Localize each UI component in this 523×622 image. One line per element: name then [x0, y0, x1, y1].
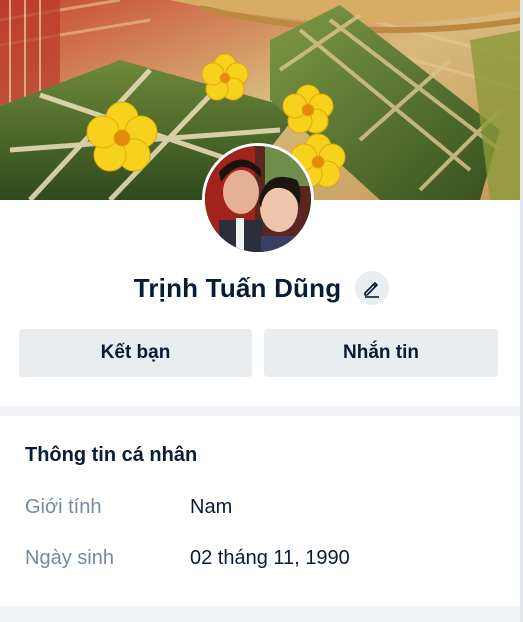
- personal-info-card: Thông tin cá nhân Giới tính Nam Ngày sin…: [0, 416, 523, 606]
- avatar-photo: [205, 146, 311, 252]
- gender-value: Nam: [190, 496, 233, 518]
- profile-name-row: Trịnh Tuấn Dũng: [0, 268, 523, 308]
- pencil-icon: [364, 282, 380, 298]
- birthday-value: 02 tháng 11, 1990: [190, 547, 350, 569]
- gender-label: Giới tính: [25, 496, 102, 518]
- birthday-label: Ngày sinh: [25, 547, 114, 569]
- personal-info-title: Thông tin cá nhân: [25, 444, 198, 466]
- add-friend-button[interactable]: Kết bạn: [19, 329, 252, 377]
- message-button[interactable]: Nhắn tin: [264, 329, 498, 377]
- profile-name: Trịnh Tuấn Dũng: [133, 272, 342, 303]
- profile-avatar[interactable]: [202, 143, 314, 255]
- edit-name-button[interactable]: [355, 271, 390, 305]
- profile-header-card: Trịnh Tuấn Dũng Kết bạn Nhắn tin: [0, 0, 523, 406]
